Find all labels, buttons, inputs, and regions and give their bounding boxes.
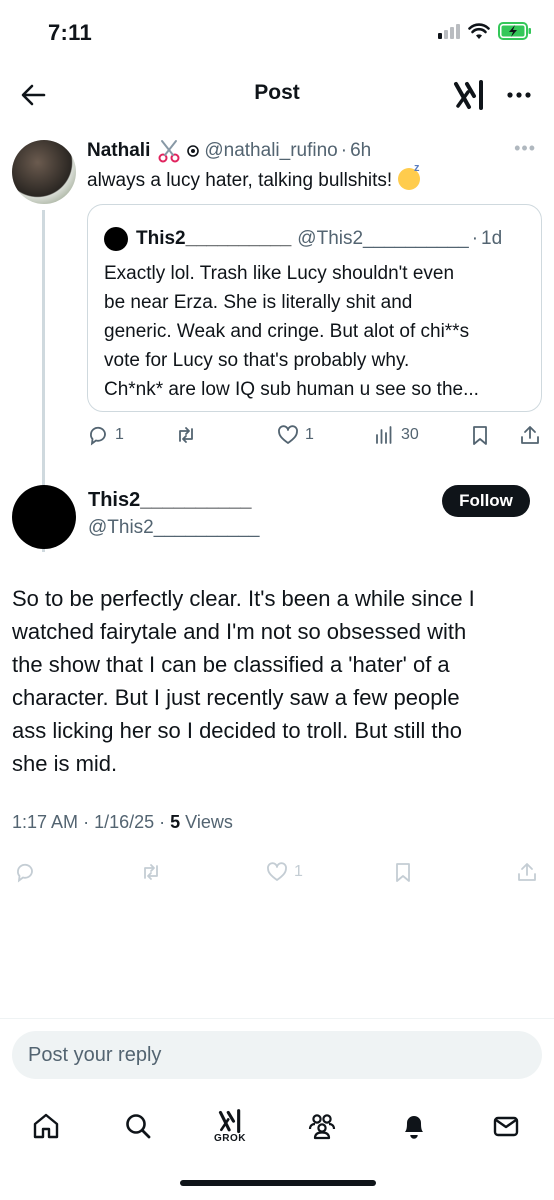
post-meta: 1:17 AM · 1/16/25 · 5 Views — [12, 812, 233, 832]
scissors-icon — [158, 140, 180, 163]
notifications-icon — [405, 1116, 423, 1139]
sleeping-face-emoji-icon — [397, 162, 420, 190]
quoted-text-line: Exactly lol. Trash like Lucy shouldn't e… — [104, 263, 455, 284]
quoted-tweet[interactable]: This2__________ @This2__________ · 1d Ex… — [87, 204, 542, 412]
messages-icon — [493, 1116, 519, 1137]
grok-logo-icon[interactable] — [452, 78, 486, 112]
repost-icon — [179, 427, 193, 443]
share-icon — [518, 863, 536, 881]
grok-tab-label: GROK — [214, 1132, 246, 1144]
quoted-author-handle: @This2__________ — [297, 228, 469, 249]
avatar[interactable] — [12, 140, 76, 204]
repost-button[interactable] — [140, 861, 162, 883]
avatar — [104, 227, 128, 251]
tab-notifications[interactable] — [392, 1104, 436, 1148]
views-button[interactable]: 30 — [373, 424, 419, 446]
battery-charging-icon — [498, 22, 531, 40]
like-icon — [278, 425, 298, 444]
avatar[interactable] — [12, 485, 76, 549]
home-indicator — [180, 1180, 376, 1186]
author-name[interactable]: This2__________ — [88, 489, 251, 512]
tweet-text-line: character. But I just recently saw a few… — [12, 685, 460, 710]
follow-button[interactable]: Follow — [442, 485, 530, 517]
more-icon[interactable]: ••• — [514, 138, 536, 159]
like-button[interactable]: 1 — [277, 424, 314, 446]
quoted-author-name: This2__________ — [136, 228, 292, 249]
reply-icon — [90, 426, 106, 446]
author-handle[interactable]: @This2__________ — [88, 517, 259, 539]
post-time: 1:17 AM — [12, 812, 79, 832]
tweet-text-line: ass licking her so I decided to troll. B… — [12, 718, 462, 743]
parent-tweet-actions: 1 1 30 — [87, 420, 542, 450]
quoted-text-line: vote for Lucy so that's probably why. — [104, 350, 410, 371]
quoted-tweet-text: Exactly lol. Trash like Lucy shouldn't e… — [104, 259, 529, 404]
cellular-signal-icon — [438, 23, 460, 39]
author-handle[interactable]: @nathali_rufino — [204, 140, 337, 162]
main-tweet-text: So to be perfectly clear. It's been a wh… — [12, 582, 542, 780]
views-count: 30 — [401, 426, 419, 443]
share-button[interactable] — [516, 861, 538, 883]
share-button[interactable] — [519, 424, 541, 446]
like-button[interactable]: 1 — [266, 861, 303, 883]
separator-dot: · — [471, 228, 479, 249]
post-date: 1/16/25 — [94, 812, 155, 832]
quoted-text-line: be near Erza. She is literally shit and — [104, 292, 413, 313]
parent-tweet-text: always a lucy hater, talking bullshits! — [87, 162, 420, 192]
status-bar: 7:11 — [0, 0, 554, 66]
reply-input[interactable] — [12, 1031, 542, 1079]
post-header: Post — [0, 66, 554, 122]
tab-grok[interactable]: GROK — [208, 1104, 252, 1148]
bookmark-icon — [396, 863, 410, 882]
divider — [0, 1018, 554, 1019]
tab-home[interactable] — [24, 1104, 68, 1148]
tweet-text-line: she is mid. — [12, 751, 118, 776]
grok-icon — [218, 1108, 241, 1133]
spiral-icon — [187, 145, 200, 157]
quoted-post-age: 1d — [481, 228, 503, 249]
tweet-text-line: So to be perfectly clear. It's been a wh… — [12, 586, 475, 611]
quoted-tweet-header: This2__________ @This2__________ · 1d — [104, 227, 502, 251]
share-icon — [521, 426, 539, 444]
more-icon[interactable] — [504, 80, 534, 110]
parent-tweet-header: Nathali @nathali_rufino · 6h — [87, 138, 534, 164]
bottom-tab-bar: GROK — [0, 1096, 554, 1156]
tweet-text-line: the show that I can be classified a 'hat… — [12, 652, 450, 677]
bookmark-button[interactable] — [469, 424, 491, 446]
tweet-text: always a lucy hater, talking bullshits! — [87, 170, 393, 191]
bookmark-button[interactable] — [392, 861, 414, 883]
wifi-icon — [468, 22, 490, 39]
tweet-text-line: watched fairytale and I'm not so obsesse… — [12, 619, 467, 644]
separator-dot: · — [340, 140, 348, 161]
tab-messages[interactable] — [484, 1104, 528, 1148]
main-tweet-actions: 1 — [12, 857, 542, 887]
status-icons — [438, 22, 532, 40]
reply-count: 1 — [115, 426, 124, 443]
views-icon — [376, 426, 392, 444]
like-count: 1 — [305, 426, 314, 443]
tab-communities[interactable] — [300, 1104, 344, 1148]
views-label: Views — [185, 812, 233, 832]
repost-icon — [144, 864, 158, 880]
reply-button[interactable] — [14, 861, 36, 883]
communities-icon — [308, 1114, 336, 1140]
author-name[interactable]: Nathali — [87, 140, 150, 162]
like-icon — [267, 862, 287, 881]
quoted-text-line: Ch*nk* are low IQ sub human u see so the… — [104, 379, 479, 400]
bookmark-icon — [473, 426, 487, 445]
views-count[interactable]: 5 — [170, 812, 180, 832]
reply-icon — [17, 863, 33, 883]
post-age: 6h — [350, 140, 372, 161]
reply-button[interactable]: 1 — [87, 424, 124, 446]
quoted-text-line: generic. Weak and cringe. But alot of ch… — [104, 321, 470, 342]
status-time: 7:11 — [48, 20, 93, 45]
repost-button[interactable] — [175, 424, 203, 446]
tab-search[interactable] — [116, 1104, 160, 1148]
search-icon — [126, 1114, 151, 1139]
home-icon — [33, 1113, 59, 1139]
like-count: 1 — [294, 863, 303, 880]
